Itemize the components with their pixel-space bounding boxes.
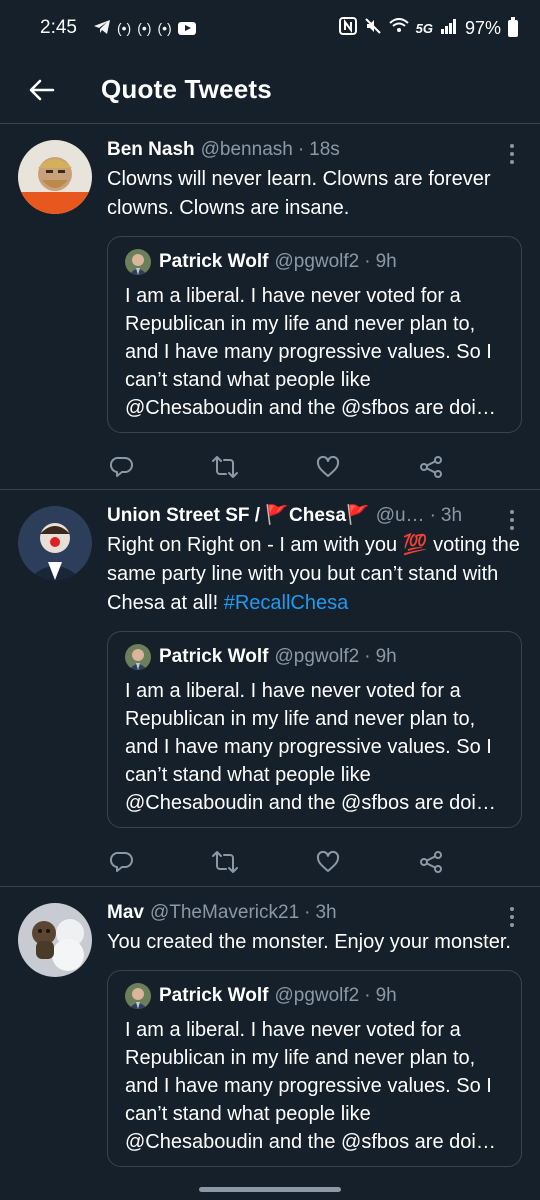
more-options-button[interactable] [502, 508, 522, 532]
page-title: Quote Tweets [101, 74, 272, 104]
like-button[interactable] [315, 849, 341, 875]
quoted-tweet-time: 9h [375, 251, 397, 272]
quoted-avatar [125, 983, 151, 1009]
quoted-tweet-header: Patrick Wolf @pgwolf2 · 9h [125, 644, 505, 670]
youtube-icon [177, 21, 196, 35]
status-bar: 2:45 (•) (•) (•) 5G 97% [0, 0, 540, 56]
quoted-avatar [125, 644, 151, 670]
reply-icon [110, 851, 133, 872]
tweet-text: You created the monster. Enjoy your mons… [107, 931, 511, 953]
quoted-tweet-header: Patrick Wolf @pgwolf2 · 9h [125, 249, 505, 275]
share-icon [420, 850, 442, 873]
retweet-button[interactable] [212, 454, 238, 480]
share-button[interactable] [418, 454, 444, 480]
heart-icon [316, 455, 340, 477]
separator-dot: · [364, 985, 371, 1006]
more-options-button[interactable] [502, 142, 522, 166]
retweet-icon [212, 850, 238, 873]
avatar[interactable] [18, 506, 92, 580]
mute-icon [364, 17, 382, 40]
tweet-time[interactable]: 3h [315, 901, 336, 925]
reply-button[interactable] [109, 454, 135, 480]
tweet-item[interactable]: Mav @TheMaverick21 · 3h You created the … [0, 887, 540, 1200]
author-name[interactable]: Mav [107, 901, 144, 925]
quoted-tweet-card[interactable]: Patrick Wolf @pgwolf2 · 9h I am a libera… [107, 236, 522, 433]
retweet-icon [212, 455, 238, 478]
tweet-time[interactable]: 3h [441, 504, 462, 528]
hashtag-link[interactable]: #RecallChesa [224, 592, 349, 614]
more-options-button[interactable] [502, 905, 522, 929]
author-name[interactable]: Union Street SF / 🚩Chesa🚩 [107, 504, 370, 528]
wifi-icon [388, 17, 409, 39]
tweet-header: Ben Nash @bennash · 18s [107, 138, 522, 162]
author-name[interactable]: Ben Nash [107, 138, 195, 162]
battery-percent: 97% [464, 17, 501, 38]
like-button[interactable] [315, 454, 341, 480]
avatar[interactable] [18, 903, 92, 977]
separator-dot: · [429, 505, 436, 526]
quoted-author-handle: @pgwolf2 [274, 251, 360, 272]
quoted-tweet-text: I am a liberal. I have never voted for a… [125, 285, 496, 419]
tweet-text: Right on Right on - I am with you 💯 voti… [107, 531, 522, 618]
quoted-tweet-text: I am a liberal. I have never voted for a… [125, 680, 496, 814]
tweet-item[interactable]: Ben Nash @bennash · 18s Clowns will neve… [0, 124, 540, 490]
author-handle[interactable]: @bennash [201, 138, 293, 162]
tweet-text: Clowns will never learn. Clowns are fore… [107, 168, 491, 219]
signal-icon [440, 18, 458, 39]
status-right: 5G 97% [338, 16, 518, 40]
network-type: 5G [415, 20, 433, 36]
quoted-author-name: Patrick Wolf [159, 251, 269, 272]
heart-icon [316, 850, 340, 872]
more-vertical-icon [510, 160, 514, 164]
page-header: Quote Tweets [0, 56, 540, 124]
more-vertical-icon [510, 518, 514, 522]
more-vertical-icon [510, 923, 514, 927]
separator-dot: · [304, 902, 311, 923]
cast-signal-icon: (•) [116, 20, 132, 36]
separator-dot: · [364, 646, 371, 667]
quoted-tweet-time: 9h [375, 646, 397, 667]
cast-signal-icon: (•) [157, 20, 172, 36]
quoted-avatar [125, 249, 151, 275]
author-handle[interactable]: @TheMaverick21 [150, 901, 299, 925]
author-handle[interactable]: @u… [376, 504, 425, 528]
telegram-icon [93, 19, 111, 38]
separator-dot: · [364, 251, 371, 272]
status-left: 2:45 (•) (•) (•) [40, 17, 196, 39]
quoted-tweet-text: I am a liberal. I have never voted for a… [125, 1019, 496, 1153]
more-vertical-icon [510, 152, 514, 156]
tweet-actions [107, 828, 522, 895]
quoted-tweet-header: Patrick Wolf @pgwolf2 · 9h [125, 983, 505, 1009]
avatar[interactable] [18, 140, 92, 214]
back-button[interactable] [24, 72, 60, 108]
status-time: 2:45 [40, 17, 77, 38]
quoted-author-handle: @pgwolf2 [274, 646, 360, 667]
cast-signal-icon: (•) [137, 20, 152, 36]
quoted-author-handle: @pgwolf2 [274, 985, 360, 1006]
separator-dot: · [297, 139, 305, 160]
arrow-left-icon [29, 79, 55, 100]
tweet-time[interactable]: 18s [309, 138, 340, 162]
quoted-author-name: Patrick Wolf [159, 646, 269, 667]
quoted-tweet-time: 9h [375, 985, 397, 1006]
more-vertical-icon [510, 526, 514, 530]
reply-icon [110, 456, 133, 477]
quoted-tweet-card[interactable]: Patrick Wolf @pgwolf2 · 9h I am a libera… [107, 970, 522, 1167]
tweet-item[interactable]: Union Street SF / 🚩Chesa🚩 @u… · 3h Right… [0, 490, 540, 887]
more-vertical-icon [510, 510, 514, 514]
tweet-header: Mav @TheMaverick21 · 3h [107, 901, 522, 925]
more-vertical-icon [510, 907, 514, 911]
share-icon [420, 455, 442, 478]
tweet-header: Union Street SF / 🚩Chesa🚩 @u… · 3h [107, 504, 522, 528]
reply-button[interactable] [109, 849, 135, 875]
quoted-tweet-card[interactable]: Patrick Wolf @pgwolf2 · 9h I am a libera… [107, 631, 522, 828]
retweet-button[interactable] [212, 849, 238, 875]
quoted-author-name: Patrick Wolf [159, 985, 269, 1006]
share-button[interactable] [418, 849, 444, 875]
gesture-nav-bar[interactable] [199, 1187, 341, 1192]
nfc-icon [338, 16, 357, 40]
more-vertical-icon [510, 915, 514, 919]
more-vertical-icon [510, 144, 514, 148]
battery-icon [508, 16, 518, 37]
